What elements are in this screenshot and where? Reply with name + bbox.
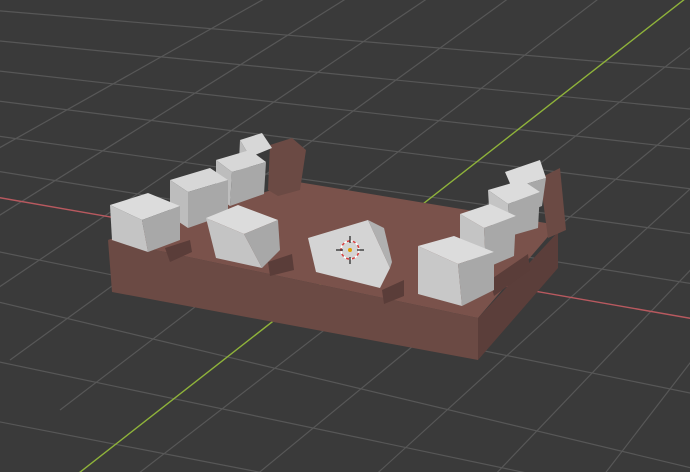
tray-back-wall bbox=[268, 138, 306, 196]
3d-viewport[interactable] bbox=[0, 0, 690, 472]
